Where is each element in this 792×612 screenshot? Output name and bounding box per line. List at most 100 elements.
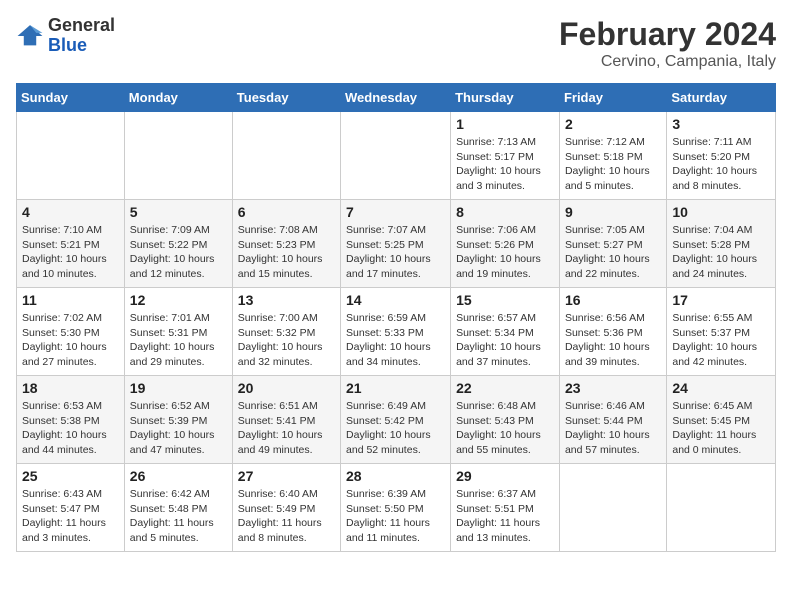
day-number: 7	[346, 204, 445, 220]
day-info: Sunrise: 7:00 AMSunset: 5:32 PMDaylight:…	[238, 311, 335, 370]
logo: GeneralBlue	[16, 16, 115, 56]
header: GeneralBlue February 2024 Cervino, Campa…	[16, 16, 776, 71]
week-row-4: 18Sunrise: 6:53 AMSunset: 5:38 PMDayligh…	[17, 376, 776, 464]
day-info: Sunrise: 6:57 AMSunset: 5:34 PMDaylight:…	[456, 311, 554, 370]
calendar-cell: 22Sunrise: 6:48 AMSunset: 5:43 PMDayligh…	[451, 376, 560, 464]
day-number: 25	[22, 468, 119, 484]
day-info: Sunrise: 7:02 AMSunset: 5:30 PMDaylight:…	[22, 311, 119, 370]
calendar-cell: 25 Sunrise: 6:43 AMSunset: 5:47 PMDayligh…	[17, 464, 125, 552]
day-info: Sunrise: 7:05 AMSunset: 5:27 PMDaylight:…	[565, 223, 661, 282]
calendar-cell: 7 Sunrise: 7:07 AMSunset: 5:25 PMDaylight…	[341, 200, 451, 288]
calendar-cell: 24 Sunrise: 6:45 AMSunset: 5:45 PMDayligh…	[667, 376, 776, 464]
day-number: 14	[346, 292, 445, 308]
day-number: 23	[565, 380, 661, 396]
calendar-cell: 15 Sunrise: 6:57 AMSunset: 5:34 PMDayligh…	[451, 288, 560, 376]
month-title: February 2024	[559, 16, 776, 53]
day-info: Sunrise: 6:51 AMSunset: 5:41 PMDaylight:…	[238, 399, 335, 458]
week-row-5: 25 Sunrise: 6:43 AMSunset: 5:47 PMDayligh…	[17, 464, 776, 552]
day-number: 22	[456, 380, 554, 396]
calendar-cell: 26 Sunrise: 6:42 AMSunset: 5:48 PMDayligh…	[124, 464, 232, 552]
day-number: 1	[456, 116, 554, 132]
calendar-cell	[232, 112, 340, 200]
day-number: 18	[22, 380, 119, 396]
calendar-cell: 8Sunrise: 7:06 AMSunset: 5:26 PMDaylight…	[451, 200, 560, 288]
day-info: Sunrise: 6:55 AMSunset: 5:37 PMDaylight:…	[672, 311, 770, 370]
day-number: 11	[22, 292, 119, 308]
calendar-cell: 11 Sunrise: 7:02 AMSunset: 5:30 PMDayligh…	[17, 288, 125, 376]
calendar-cell: 19Sunrise: 6:52 AMSunset: 5:39 PMDayligh…	[124, 376, 232, 464]
weekday-header-friday: Friday	[559, 84, 666, 112]
day-info: Sunrise: 7:12 AMSunset: 5:18 PMDaylight:…	[565, 135, 661, 194]
weekday-header-sunday: Sunday	[17, 84, 125, 112]
calendar-cell	[124, 112, 232, 200]
day-info: Sunrise: 7:07 AMSunset: 5:25 PMDaylight:…	[346, 223, 445, 282]
day-number: 21	[346, 380, 445, 396]
weekday-header-wednesday: Wednesday	[341, 84, 451, 112]
day-info: Sunrise: 7:08 AMSunset: 5:23 PMDaylight:…	[238, 223, 335, 282]
day-info: Sunrise: 6:45 AMSunset: 5:45 PMDaylight:…	[672, 399, 770, 458]
day-info: Sunrise: 7:10 AMSunset: 5:21 PMDaylight:…	[22, 223, 119, 282]
weekday-header-row: SundayMondayTuesdayWednesdayThursdayFrid…	[17, 84, 776, 112]
day-number: 29	[456, 468, 554, 484]
calendar: SundayMondayTuesdayWednesdayThursdayFrid…	[16, 83, 776, 552]
day-number: 6	[238, 204, 335, 220]
day-number: 9	[565, 204, 661, 220]
calendar-cell	[17, 112, 125, 200]
day-info: Sunrise: 6:42 AMSunset: 5:48 PMDaylight:…	[130, 487, 227, 546]
week-row-1: 1Sunrise: 7:13 AMSunset: 5:17 PMDaylight…	[17, 112, 776, 200]
day-number: 5	[130, 204, 227, 220]
week-row-2: 4 Sunrise: 7:10 AMSunset: 5:21 PMDaylight…	[17, 200, 776, 288]
calendar-cell: 14 Sunrise: 6:59 AMSunset: 5:33 PMDayligh…	[341, 288, 451, 376]
calendar-cell	[559, 464, 666, 552]
logo-text: GeneralBlue	[48, 16, 115, 56]
day-number: 28	[346, 468, 445, 484]
calendar-cell: 28Sunrise: 6:39 AMSunset: 5:50 PMDayligh…	[341, 464, 451, 552]
day-info: Sunrise: 6:43 AMSunset: 5:47 PMDaylight:…	[22, 487, 119, 546]
weekday-header-thursday: Thursday	[451, 84, 560, 112]
day-number: 10	[672, 204, 770, 220]
day-info: Sunrise: 6:46 AMSunset: 5:44 PMDaylight:…	[565, 399, 661, 458]
day-number: 3	[672, 116, 770, 132]
day-info: Sunrise: 6:37 AMSunset: 5:51 PMDaylight:…	[456, 487, 554, 546]
title-area: February 2024 Cervino, Campania, Italy	[559, 16, 776, 71]
calendar-cell: 18Sunrise: 6:53 AMSunset: 5:38 PMDayligh…	[17, 376, 125, 464]
location-title: Cervino, Campania, Italy	[559, 53, 776, 71]
day-info: Sunrise: 6:56 AMSunset: 5:36 PMDaylight:…	[565, 311, 661, 370]
calendar-cell: 1Sunrise: 7:13 AMSunset: 5:17 PMDaylight…	[451, 112, 560, 200]
day-info: Sunrise: 7:06 AMSunset: 5:26 PMDaylight:…	[456, 223, 554, 282]
weekday-header-tuesday: Tuesday	[232, 84, 340, 112]
calendar-cell	[341, 112, 451, 200]
calendar-cell: 16Sunrise: 6:56 AMSunset: 5:36 PMDayligh…	[559, 288, 666, 376]
calendar-cell: 23 Sunrise: 6:46 AMSunset: 5:44 PMDayligh…	[559, 376, 666, 464]
day-number: 26	[130, 468, 227, 484]
day-info: Sunrise: 7:04 AMSunset: 5:28 PMDaylight:…	[672, 223, 770, 282]
weekday-header-saturday: Saturday	[667, 84, 776, 112]
day-number: 2	[565, 116, 661, 132]
day-number: 4	[22, 204, 119, 220]
calendar-cell: 9 Sunrise: 7:05 AMSunset: 5:27 PMDaylight…	[559, 200, 666, 288]
calendar-cell: 3 Sunrise: 7:11 AMSunset: 5:20 PMDaylight…	[667, 112, 776, 200]
calendar-cell: 17 Sunrise: 6:55 AMSunset: 5:37 PMDayligh…	[667, 288, 776, 376]
weekday-header-monday: Monday	[124, 84, 232, 112]
day-number: 17	[672, 292, 770, 308]
day-number: 15	[456, 292, 554, 308]
day-info: Sunrise: 7:09 AMSunset: 5:22 PMDaylight:…	[130, 223, 227, 282]
calendar-cell: 6 Sunrise: 7:08 AMSunset: 5:23 PMDaylight…	[232, 200, 340, 288]
calendar-cell: 5 Sunrise: 7:09 AMSunset: 5:22 PMDaylight…	[124, 200, 232, 288]
day-info: Sunrise: 6:40 AMSunset: 5:49 PMDaylight:…	[238, 487, 335, 546]
calendar-cell: 12Sunrise: 7:01 AMSunset: 5:31 PMDayligh…	[124, 288, 232, 376]
calendar-cell: 29 Sunrise: 6:37 AMSunset: 5:51 PMDayligh…	[451, 464, 560, 552]
calendar-cell: 2 Sunrise: 7:12 AMSunset: 5:18 PMDaylight…	[559, 112, 666, 200]
day-info: Sunrise: 6:59 AMSunset: 5:33 PMDaylight:…	[346, 311, 445, 370]
day-number: 20	[238, 380, 335, 396]
calendar-cell: 4 Sunrise: 7:10 AMSunset: 5:21 PMDaylight…	[17, 200, 125, 288]
day-info: Sunrise: 7:01 AMSunset: 5:31 PMDaylight:…	[130, 311, 227, 370]
calendar-cell: 10 Sunrise: 7:04 AMSunset: 5:28 PMDayligh…	[667, 200, 776, 288]
calendar-cell: 13Sunrise: 7:00 AMSunset: 5:32 PMDayligh…	[232, 288, 340, 376]
calendar-cell	[667, 464, 776, 552]
day-info: Sunrise: 7:11 AMSunset: 5:20 PMDaylight:…	[672, 135, 770, 194]
week-row-3: 11 Sunrise: 7:02 AMSunset: 5:30 PMDayligh…	[17, 288, 776, 376]
calendar-cell: 21Sunrise: 6:49 AMSunset: 5:42 PMDayligh…	[341, 376, 451, 464]
day-number: 24	[672, 380, 770, 396]
calendar-cell: 27Sunrise: 6:40 AMSunset: 5:49 PMDayligh…	[232, 464, 340, 552]
